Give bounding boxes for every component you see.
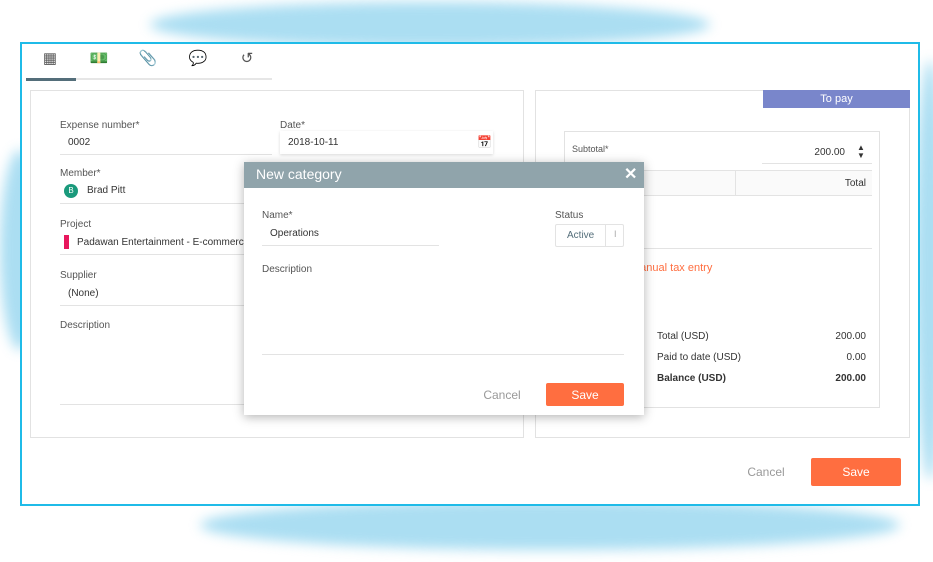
avatar: B <box>64 184 78 198</box>
total-label: Total (USD) <box>657 331 709 342</box>
status-label: Status <box>555 210 584 221</box>
subtotal-label: Subtotal* <box>572 144 609 154</box>
description-label: Description <box>60 320 111 331</box>
active-tab-indicator <box>26 78 76 81</box>
expense-number-input[interactable]: 0002 <box>68 137 90 148</box>
paperclip-icon[interactable]: 📎 <box>138 50 158 68</box>
name-input[interactable]: Operations <box>270 228 319 239</box>
member-select[interactable]: Brad Pitt <box>87 185 125 196</box>
status-toggle[interactable]: Active I <box>555 224 624 247</box>
status-badge: To pay <box>763 90 910 108</box>
name-label: Name* <box>262 210 293 221</box>
project-select[interactable]: Padawan Entertainment - E-commerce s <box>77 237 257 248</box>
close-icon[interactable]: ✕ <box>624 164 637 184</box>
calculator-icon[interactable]: ▦ <box>40 50 60 68</box>
comments-icon[interactable]: 💬 <box>188 50 208 68</box>
dialog-description-label: Description <box>262 264 313 275</box>
project-color-marker <box>64 235 69 249</box>
balance-label: Balance (USD) <box>657 373 726 384</box>
date-input[interactable]: 2018-10-11 📅 <box>280 131 493 154</box>
dialog-cancel-button[interactable]: Cancel <box>476 383 528 406</box>
expense-number-label: Expense number* <box>60 120 140 131</box>
dialog-save-button[interactable]: Save <box>546 383 624 406</box>
subtotal-input[interactable]: 200.00 <box>780 147 845 158</box>
dialog-header: New category ✕ <box>244 162 644 188</box>
paid-to-date-value: 0.00 <box>846 352 866 363</box>
supplier-select[interactable]: (None) <box>68 288 99 299</box>
member-label: Member* <box>60 168 101 179</box>
history-icon[interactable]: ↺ <box>237 50 257 68</box>
balance-value: 200.00 <box>835 373 866 384</box>
dialog-description-input[interactable] <box>262 354 624 355</box>
project-label: Project <box>60 219 92 230</box>
paid-to-date-label: Paid to date (USD) <box>657 352 741 363</box>
money-icon[interactable]: 💵 <box>89 50 109 68</box>
new-category-dialog: New category ✕ Name* Operations Status A… <box>244 162 644 415</box>
total-value: 200.00 <box>835 331 866 342</box>
date-label: Date* <box>280 120 306 131</box>
description-input[interactable] <box>60 404 250 405</box>
dialog-title: New category <box>256 166 342 182</box>
spinner-icon[interactable]: ▲ ▼ <box>857 144 865 160</box>
supplier-label: Supplier <box>60 270 97 281</box>
save-button[interactable]: Save <box>811 458 901 486</box>
calendar-icon[interactable]: 📅 <box>477 135 492 149</box>
cancel-button[interactable]: Cancel <box>740 458 792 486</box>
